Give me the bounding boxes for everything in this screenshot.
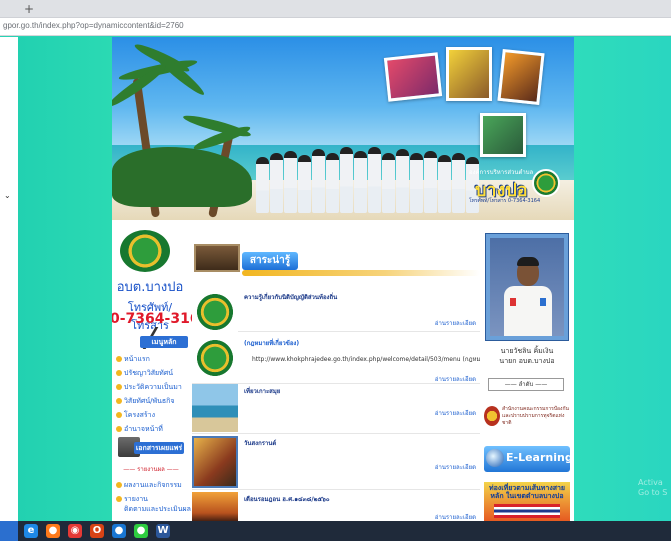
globe-icon <box>486 449 504 467</box>
elearning-label: E-Learning <box>506 451 573 464</box>
staff-group-photo <box>254 141 479 213</box>
menu-item-label: โครงสร้าง <box>124 411 156 419</box>
windows-activation-watermark: Activa Go to S <box>638 478 667 498</box>
read-more-link[interactable]: อ่านรายละเอียด <box>435 512 476 521</box>
org-logo <box>532 169 560 197</box>
list-item[interactable]: เดือนรอมฎอน ฮ.ศ.๑๔๓๘/๒๕๖๐ อ่านรายละเอียด <box>192 492 480 521</box>
activity-photo <box>383 52 443 102</box>
menu-item-label: วิสัยทัศน์/พันธกิจ <box>124 397 175 405</box>
menu-item-structure[interactable]: โครงสร้าง <box>116 410 155 421</box>
taskbar: e ● ◉ O ● ● W <box>0 521 671 541</box>
read-more-link[interactable]: อ่านรายละเอียด <box>435 318 476 328</box>
word-icon[interactable]: W <box>156 524 170 538</box>
item-thumbnail <box>192 290 238 334</box>
bullet-icon <box>116 426 122 432</box>
item-title[interactable]: เดือนรอมฎอน ฮ.ศ.๑๔๓๘/๒๕๖๐ <box>244 494 330 504</box>
bullet-icon <box>116 370 122 376</box>
item-thumbnail <box>192 492 238 521</box>
line-icon[interactable]: ● <box>134 524 148 538</box>
chief-title: นายก อบต.บางปอ <box>499 357 555 365</box>
header-swoosh <box>242 270 480 276</box>
menu-item-philosophy[interactable]: ปรัชญาวิสัยทัศน์ <box>116 368 173 379</box>
item-thumbnail <box>192 336 238 380</box>
menu-item-label: ประวัติความเป็นมา <box>124 383 182 391</box>
tourism-label: ท่องเที่ยวตามเส้นทางสายหลัก ในเขตตำบลบาง… <box>488 484 566 500</box>
left-sidebar: อบต.บางปอ โทรศัพท์/โทรสาร 0-7364-3164 เม… <box>112 220 210 521</box>
menu-item-label: อำนาจหน้าที่ <box>124 425 163 433</box>
read-more-link[interactable]: อ่านรายละเอียด <box>435 462 476 472</box>
watermark-line: Go to S <box>638 488 668 497</box>
org-logo <box>120 230 170 272</box>
menu-item-label: ติดตามและประเมินผล <box>124 505 191 513</box>
chrome-icon[interactable]: ◉ <box>68 524 82 538</box>
menu-item-label: ปรัชญาวิสัยทัศน์ <box>124 369 173 377</box>
agency-link-text[interactable]: สำนักงานคณะกรรมการป้องกันและปราบปรามการท… <box>502 406 572 427</box>
menu-item-vision[interactable]: วิสัยทัศน์/พันธกิจ <box>116 396 175 407</box>
chevron-down-icon[interactable]: ⌄ <box>4 191 11 200</box>
menu-item-label: หน้าแรก <box>124 355 150 363</box>
list-item[interactable]: ความรู้เกี่ยวกับนิติบัญญัติส่วนท้องถิ่น … <box>192 290 480 334</box>
item-title[interactable]: วันสงกรานต์ <box>244 438 276 448</box>
item-thumbnail <box>192 384 238 432</box>
documents-title: เอกสารเผยแพร่ <box>134 442 184 454</box>
knowledge-section: สาระน่ารู้ ความรู้เกี่ยวกับนิติบัญญัติส่… <box>190 232 517 521</box>
item-title[interactable]: ความรู้เกี่ยวกับนิติบัญญัติส่วนท้องถิ่น <box>244 292 337 302</box>
activity-photo <box>446 47 492 101</box>
url-text[interactable]: gpor.go.th/index.php?op=dynamiccontent&i… <box>3 21 184 30</box>
documents-header: เอกสารเผยแพร่ <box>118 435 184 461</box>
read-more-link[interactable]: อ่านรายละเอียด <box>435 408 476 418</box>
activity-photo <box>497 48 545 106</box>
bullet-icon <box>116 496 122 502</box>
activity-photo <box>480 113 526 157</box>
item-body: http://www.khokphrajedee.go.th/index.php… <box>252 356 517 363</box>
start-button[interactable] <box>0 521 18 541</box>
header-banner: องค์การบริหารส่วนตำบล บางปอ โทรศัพท์/โทร… <box>112 37 574 220</box>
read-more-link[interactable]: อ่านรายละเอียด <box>435 374 476 384</box>
item-thumbnail <box>192 436 238 488</box>
address-bar[interactable]: gpor.go.th/index.php?op=dynamiccontent&i… <box>0 18 671 36</box>
category-select[interactable]: —— ลำดับ —— <box>488 378 564 391</box>
tourism-banner[interactable]: ท่องเที่ยวตามเส้นทางสายหลัก ในเขตตำบลบาง… <box>484 482 570 521</box>
menu-item-history[interactable]: ประวัติความเป็นมา <box>116 382 182 393</box>
item-title[interactable]: (กฎหมายที่เกี่ยวข้อง) <box>244 338 299 348</box>
elearning-banner[interactable]: E-Learning <box>484 446 573 472</box>
menu-item-activities[interactable]: ผลงานและกิจกรรม <box>116 480 182 491</box>
main-menu-header: เมนูหลัก <box>119 327 188 351</box>
main-menu-title: เมนูหลัก <box>140 336 188 348</box>
new-tab-button[interactable]: + <box>22 2 36 16</box>
menu-item-authority[interactable]: อำนาจหน้าที่ <box>116 424 163 435</box>
left-page-strip <box>0 37 18 521</box>
brand-contact-line: โทรศัพท์/โทรสาร 0-7364-3164 <box>469 198 541 204</box>
section-header: สาระน่ารู้ <box>190 232 480 286</box>
right-sidebar: นายวัชลิน คิ้มเงิน นายก อบต.บางปอ —— ลำด… <box>480 220 574 521</box>
tab-bar: + <box>0 0 671 18</box>
menu-item-evaluation[interactable]: ติดตามและประเมินผล <box>116 504 191 515</box>
watermark-line: Activa <box>638 478 663 487</box>
bullet-icon <box>116 482 122 488</box>
menu-item-home[interactable]: หน้าแรก <box>116 354 150 365</box>
list-item[interactable]: เที่ยวเกาะสมุย อ่านรายละเอียด <box>192 384 480 434</box>
section-title: สาระน่ารู้ <box>242 252 298 270</box>
menu-item-label: รายงาน <box>124 495 148 503</box>
firefox-icon[interactable]: ● <box>46 524 60 538</box>
thai-flag-icon <box>494 504 560 518</box>
bullet-icon <box>116 384 122 390</box>
menu-item-label: ผลงานและกิจกรรม <box>124 481 182 489</box>
reports-subheader: —— รายงานผล —— <box>123 466 179 473</box>
website-page: องค์การบริหารส่วนตำบล บางปอ โทรศัพท์/โทร… <box>112 37 574 521</box>
chief-portrait <box>485 233 569 341</box>
bullet-icon <box>116 356 122 362</box>
org-name: อบต.บางปอ <box>116 280 184 295</box>
bullet-icon <box>116 412 122 418</box>
office-icon[interactable]: O <box>90 524 104 538</box>
list-item[interactable]: (กฎหมายที่เกี่ยวข้อง) http://www.khokphr… <box>192 336 517 384</box>
list-item[interactable]: วันสงกรานต์ อ่านรายละเอียด <box>192 436 480 490</box>
ie-icon[interactable]: e <box>24 524 38 538</box>
agency-seal-icon[interactable] <box>484 406 500 426</box>
signboard-icon <box>194 244 240 272</box>
item-title[interactable]: เที่ยวเกาะสมุย <box>244 386 280 396</box>
phone-number: 0-7364-3164 <box>112 311 210 327</box>
edge-icon[interactable]: ● <box>112 524 126 538</box>
bullet-icon <box>116 398 122 404</box>
